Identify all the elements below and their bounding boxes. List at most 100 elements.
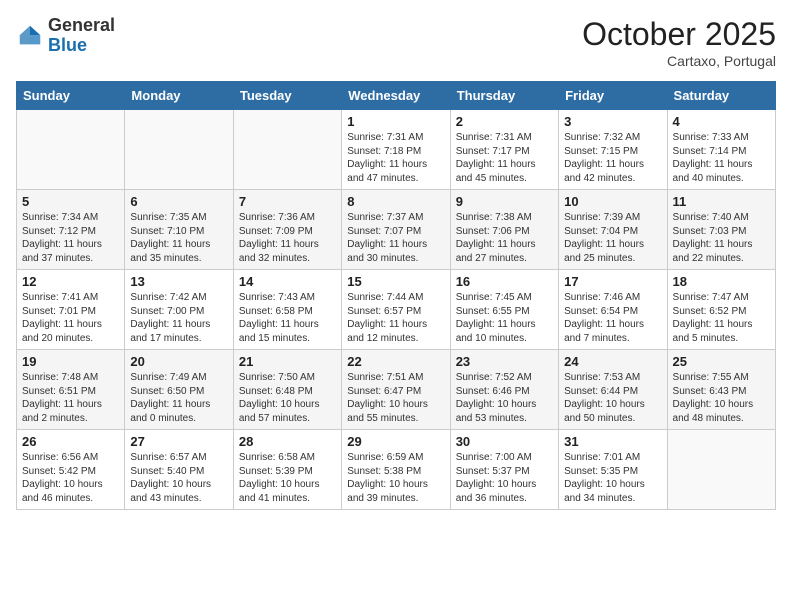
weekday-header: Tuesday xyxy=(233,82,341,110)
day-number: 5 xyxy=(22,194,119,209)
day-number: 17 xyxy=(564,274,661,289)
cell-content: Sunrise: 7:46 AM Sunset: 6:54 PM Dayligh… xyxy=(564,291,661,345)
weekday-header: Saturday xyxy=(667,82,775,110)
weekday-header-row: SundayMondayTuesdayWednesdayThursdayFrid… xyxy=(17,82,776,110)
logo: General Blue xyxy=(16,16,115,56)
day-number: 29 xyxy=(347,434,444,449)
day-number: 6 xyxy=(130,194,227,209)
cell-content: Sunrise: 7:55 AM Sunset: 6:43 PM Dayligh… xyxy=(673,371,770,425)
day-number: 26 xyxy=(22,434,119,449)
cell-content: Sunrise: 7:38 AM Sunset: 7:06 PM Dayligh… xyxy=(456,211,553,265)
cell-content: Sunrise: 7:45 AM Sunset: 6:55 PM Dayligh… xyxy=(456,291,553,345)
cell-content: Sunrise: 7:35 AM Sunset: 7:10 PM Dayligh… xyxy=(130,211,227,265)
calendar-table: SundayMondayTuesdayWednesdayThursdayFrid… xyxy=(16,81,776,510)
calendar-cell: 29 Sunrise: 6:59 AM Sunset: 5:38 PM Dayli… xyxy=(342,430,450,510)
day-number: 1 xyxy=(347,114,444,129)
weekday-header: Monday xyxy=(125,82,233,110)
location: Cartaxo, Portugal xyxy=(582,53,776,69)
day-number: 13 xyxy=(130,274,227,289)
day-number: 28 xyxy=(239,434,336,449)
weekday-header: Sunday xyxy=(17,82,125,110)
calendar-cell: 12 Sunrise: 7:41 AM Sunset: 7:01 PM Dayli… xyxy=(17,270,125,350)
weekday-header: Friday xyxy=(559,82,667,110)
day-number: 12 xyxy=(22,274,119,289)
weekday-header: Wednesday xyxy=(342,82,450,110)
calendar-cell: 2 Sunrise: 7:31 AM Sunset: 7:17 PM Daylig… xyxy=(450,110,558,190)
cell-content: Sunrise: 7:40 AM Sunset: 7:03 PM Dayligh… xyxy=(673,211,770,265)
calendar-cell: 24 Sunrise: 7:53 AM Sunset: 6:44 PM Dayli… xyxy=(559,350,667,430)
cell-content: Sunrise: 7:53 AM Sunset: 6:44 PM Dayligh… xyxy=(564,371,661,425)
day-number: 7 xyxy=(239,194,336,209)
day-number: 19 xyxy=(22,354,119,369)
calendar-cell: 1 Sunrise: 7:31 AM Sunset: 7:18 PM Daylig… xyxy=(342,110,450,190)
calendar-cell: 7 Sunrise: 7:36 AM Sunset: 7:09 PM Daylig… xyxy=(233,190,341,270)
calendar-cell: 13 Sunrise: 7:42 AM Sunset: 7:00 PM Dayli… xyxy=(125,270,233,350)
calendar-cell: 11 Sunrise: 7:40 AM Sunset: 7:03 PM Dayli… xyxy=(667,190,775,270)
cell-content: Sunrise: 7:42 AM Sunset: 7:00 PM Dayligh… xyxy=(130,291,227,345)
calendar-cell xyxy=(125,110,233,190)
day-number: 23 xyxy=(456,354,553,369)
calendar-row: 26 Sunrise: 6:56 AM Sunset: 5:42 PM Dayli… xyxy=(17,430,776,510)
day-number: 16 xyxy=(456,274,553,289)
cell-content: Sunrise: 7:51 AM Sunset: 6:47 PM Dayligh… xyxy=(347,371,444,425)
cell-content: Sunrise: 7:49 AM Sunset: 6:50 PM Dayligh… xyxy=(130,371,227,425)
calendar-row: 19 Sunrise: 7:48 AM Sunset: 6:51 PM Dayli… xyxy=(17,350,776,430)
cell-content: Sunrise: 7:52 AM Sunset: 6:46 PM Dayligh… xyxy=(456,371,553,425)
day-number: 2 xyxy=(456,114,553,129)
calendar-cell: 26 Sunrise: 6:56 AM Sunset: 5:42 PM Dayli… xyxy=(17,430,125,510)
cell-content: Sunrise: 7:43 AM Sunset: 6:58 PM Dayligh… xyxy=(239,291,336,345)
cell-content: Sunrise: 7:47 AM Sunset: 6:52 PM Dayligh… xyxy=(673,291,770,345)
cell-content: Sunrise: 6:58 AM Sunset: 5:39 PM Dayligh… xyxy=(239,451,336,505)
calendar-cell: 31 Sunrise: 7:01 AM Sunset: 5:35 PM Dayli… xyxy=(559,430,667,510)
cell-content: Sunrise: 7:48 AM Sunset: 6:51 PM Dayligh… xyxy=(22,371,119,425)
calendar-cell: 17 Sunrise: 7:46 AM Sunset: 6:54 PM Dayli… xyxy=(559,270,667,350)
calendar-cell: 6 Sunrise: 7:35 AM Sunset: 7:10 PM Daylig… xyxy=(125,190,233,270)
day-number: 27 xyxy=(130,434,227,449)
calendar-cell: 18 Sunrise: 7:47 AM Sunset: 6:52 PM Dayli… xyxy=(667,270,775,350)
calendar-cell: 19 Sunrise: 7:48 AM Sunset: 6:51 PM Dayli… xyxy=(17,350,125,430)
calendar-cell: 30Sunrise: 7:00 AM Sunset: 5:37 PM Dayli… xyxy=(450,430,558,510)
day-number: 18 xyxy=(673,274,770,289)
day-number: 24 xyxy=(564,354,661,369)
cell-content: Sunrise: 6:56 AM Sunset: 5:42 PM Dayligh… xyxy=(22,451,119,505)
calendar-cell: 15 Sunrise: 7:44 AM Sunset: 6:57 PM Dayli… xyxy=(342,270,450,350)
calendar-cell: 23 Sunrise: 7:52 AM Sunset: 6:46 PM Dayli… xyxy=(450,350,558,430)
day-number: 15 xyxy=(347,274,444,289)
weekday-header: Thursday xyxy=(450,82,558,110)
cell-content: Sunrise: 7:44 AM Sunset: 6:57 PM Dayligh… xyxy=(347,291,444,345)
page-header: General Blue October 2025 Cartaxo, Portu… xyxy=(16,16,776,69)
day-number: 31 xyxy=(564,434,661,449)
cell-content: Sunrise: 7:37 AM Sunset: 7:07 PM Dayligh… xyxy=(347,211,444,265)
day-number: 22 xyxy=(347,354,444,369)
calendar-cell xyxy=(17,110,125,190)
title-block: October 2025 Cartaxo, Portugal xyxy=(582,16,776,69)
day-number: 25 xyxy=(673,354,770,369)
cell-content: Sunrise: 7:33 AM Sunset: 7:14 PM Dayligh… xyxy=(673,131,770,185)
calendar-cell: 14 Sunrise: 7:43 AM Sunset: 6:58 PM Dayli… xyxy=(233,270,341,350)
cell-content: Sunrise: 7:32 AM Sunset: 7:15 PM Dayligh… xyxy=(564,131,661,185)
calendar-cell: 20 Sunrise: 7:49 AM Sunset: 6:50 PM Dayli… xyxy=(125,350,233,430)
calendar-cell: 4Sunrise: 7:33 AM Sunset: 7:14 PM Daylig… xyxy=(667,110,775,190)
cell-content: Sunrise: 7:31 AM Sunset: 7:17 PM Dayligh… xyxy=(456,131,553,185)
day-number: 8 xyxy=(347,194,444,209)
day-number: 20 xyxy=(130,354,227,369)
cell-content: Sunrise: 7:50 AM Sunset: 6:48 PM Dayligh… xyxy=(239,371,336,425)
month-title: October 2025 xyxy=(582,16,776,53)
calendar-cell xyxy=(667,430,775,510)
cell-content: Sunrise: 7:41 AM Sunset: 7:01 PM Dayligh… xyxy=(22,291,119,345)
calendar-cell: 25 Sunrise: 7:55 AM Sunset: 6:43 PM Dayli… xyxy=(667,350,775,430)
cell-content: Sunrise: 6:59 AM Sunset: 5:38 PM Dayligh… xyxy=(347,451,444,505)
calendar-cell: 16 Sunrise: 7:45 AM Sunset: 6:55 PM Dayli… xyxy=(450,270,558,350)
day-number: 30 xyxy=(456,434,553,449)
calendar-cell: 22 Sunrise: 7:51 AM Sunset: 6:47 PM Dayli… xyxy=(342,350,450,430)
calendar-cell xyxy=(233,110,341,190)
calendar-cell: 10Sunrise: 7:39 AM Sunset: 7:04 PM Dayli… xyxy=(559,190,667,270)
cell-content: Sunrise: 7:31 AM Sunset: 7:18 PM Dayligh… xyxy=(347,131,444,185)
day-number: 14 xyxy=(239,274,336,289)
cell-content: Sunrise: 7:39 AM Sunset: 7:04 PM Dayligh… xyxy=(564,211,661,265)
logo-text: General Blue xyxy=(48,16,115,56)
cell-content: Sunrise: 7:36 AM Sunset: 7:09 PM Dayligh… xyxy=(239,211,336,265)
calendar-row: 1 Sunrise: 7:31 AM Sunset: 7:18 PM Daylig… xyxy=(17,110,776,190)
day-number: 11 xyxy=(673,194,770,209)
cell-content: Sunrise: 7:01 AM Sunset: 5:35 PM Dayligh… xyxy=(564,451,661,505)
